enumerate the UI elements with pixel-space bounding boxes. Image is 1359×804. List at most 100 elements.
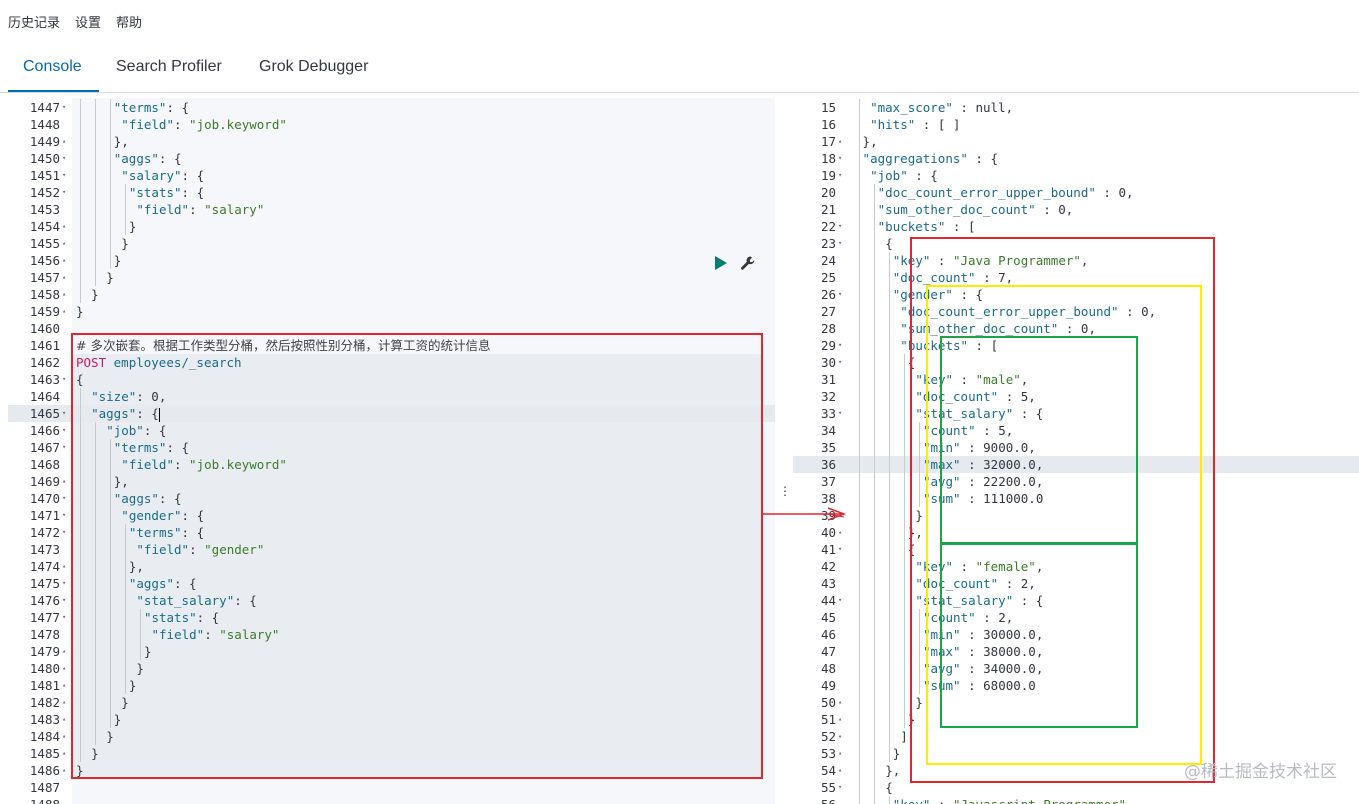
fold-close-icon[interactable]: ▴ <box>62 286 66 303</box>
indent-guide <box>859 286 860 303</box>
wrench-icon[interactable] <box>740 255 756 271</box>
fold-close-icon[interactable]: ▴ <box>62 745 66 762</box>
fold-close-icon[interactable]: ▴ <box>62 473 66 490</box>
line-number: 29 <box>820 338 836 353</box>
indent-guide <box>125 643 127 660</box>
fold-open-icon[interactable]: ▾ <box>62 507 66 524</box>
fold-close-icon[interactable]: ▴ <box>838 524 842 541</box>
fold-close-icon[interactable]: ▴ <box>62 235 66 252</box>
tab-bar: Console Search Profiler Grok Debugger <box>0 40 1359 93</box>
indent-guide <box>859 592 860 609</box>
code-line: "sum" : 111000.0 <box>922 491 1044 506</box>
fold-open-icon[interactable]: ▾ <box>838 405 842 422</box>
line-number: 55 <box>820 780 836 795</box>
fold-close-icon[interactable]: ▴ <box>838 762 842 779</box>
fold-open-icon[interactable]: ▾ <box>838 337 842 354</box>
code-line: "key" : "Java Programmer", <box>892 253 1089 268</box>
menu-settings[interactable]: 设置 <box>75 12 101 31</box>
indent-guide <box>874 235 876 252</box>
fold-close-icon[interactable]: ▴ <box>62 711 66 728</box>
code-line: "doc_count" : 5, <box>915 389 1036 404</box>
tab-search-profiler[interactable]: Search Profiler <box>116 58 222 76</box>
fold-close-icon[interactable]: ▴ <box>62 133 66 150</box>
fold-close-icon[interactable]: ▴ <box>62 303 66 320</box>
fold-open-icon[interactable]: ▾ <box>62 150 66 167</box>
fold-open-icon[interactable]: ▾ <box>62 592 66 609</box>
fold-close-icon[interactable]: ▴ <box>62 269 66 286</box>
line-number: 50 <box>820 695 836 710</box>
indent-guide <box>95 133 97 150</box>
vertical-dots-icon[interactable]: ⋮ <box>779 484 791 498</box>
code-line: "terms": { <box>113 440 190 455</box>
indent-guide <box>874 422 876 439</box>
indent-guide <box>859 473 860 490</box>
indent-guide <box>859 745 860 762</box>
fold-open-icon[interactable]: ▾ <box>62 422 66 439</box>
indent-guide <box>859 218 860 235</box>
fold-close-icon[interactable]: ▴ <box>838 728 842 745</box>
fold-close-icon[interactable]: ▴ <box>62 728 66 745</box>
code-line: "avg" : 22200.0, <box>922 474 1044 489</box>
fold-open-icon[interactable]: ▾ <box>62 405 66 422</box>
fold-open-icon[interactable]: ▾ <box>838 218 842 235</box>
indent-guide <box>95 252 97 269</box>
fold-close-icon[interactable]: ▴ <box>62 643 66 660</box>
indent-guide <box>919 490 921 507</box>
fold-close-icon[interactable]: ▴ <box>62 660 66 677</box>
indent-guide <box>874 592 876 609</box>
fold-close-icon[interactable]: ▴ <box>62 762 66 779</box>
fold-open-icon[interactable]: ▾ <box>62 524 66 541</box>
fold-close-icon[interactable]: ▴ <box>838 694 842 711</box>
fold-open-icon[interactable]: ▾ <box>62 609 66 626</box>
line-number: 23 <box>820 236 836 251</box>
tab-grok-debugger[interactable]: Grok Debugger <box>259 58 368 76</box>
fold-open-icon[interactable]: ▾ <box>838 150 842 167</box>
indent-guide <box>904 660 906 677</box>
code-line: } <box>128 678 137 693</box>
line-number: 1468 <box>29 457 60 472</box>
fold-close-icon[interactable]: ▴ <box>62 218 66 235</box>
code-line: } <box>128 219 137 234</box>
fold-open-icon[interactable]: ▾ <box>62 490 66 507</box>
indent-guide <box>874 796 876 804</box>
fold-close-icon[interactable]: ▴ <box>838 711 842 728</box>
line-number: 19 <box>820 168 836 183</box>
code-line: # 多次嵌套。根据工作类型分桶，然后按照性别分桶，计算工资的统计信息 <box>76 338 491 353</box>
code-line: "min" : 30000.0, <box>922 627 1044 642</box>
fold-close-icon[interactable]: ▴ <box>62 252 66 269</box>
fold-open-icon[interactable]: ▾ <box>62 184 66 201</box>
fold-open-icon[interactable]: ▾ <box>62 371 66 388</box>
fold-open-icon[interactable]: ▾ <box>838 592 842 609</box>
menu-help[interactable]: 帮助 <box>116 12 142 31</box>
code-line: } <box>106 270 114 285</box>
indent-guide <box>125 660 127 677</box>
fold-close-icon[interactable]: ▴ <box>62 558 66 575</box>
play-icon[interactable] <box>715 256 727 270</box>
fold-open-icon[interactable]: ▾ <box>62 167 66 184</box>
fold-open-icon[interactable]: ▾ <box>62 575 66 592</box>
code-line: "key" : "Javascript Programmer", <box>893 796 1134 804</box>
indent-guide <box>80 456 81 473</box>
indent-guide <box>874 218 876 235</box>
fold-open-icon[interactable]: ▾ <box>838 235 842 252</box>
fold-close-icon[interactable]: ▴ <box>62 677 66 694</box>
fold-open-icon[interactable]: ▾ <box>62 99 66 116</box>
menu-history[interactable]: 历史记录 <box>8 12 60 31</box>
fold-close-icon[interactable]: ▴ <box>838 133 842 150</box>
fold-close-icon[interactable]: ▴ <box>838 745 842 762</box>
code-line: "key" : "male", <box>915 372 1029 387</box>
indent-guide <box>80 592 81 609</box>
indent-guide <box>95 575 97 592</box>
indent-guide <box>110 439 112 456</box>
fold-open-icon[interactable]: ▾ <box>838 779 842 796</box>
fold-open-icon[interactable]: ▾ <box>838 286 842 303</box>
fold-close-icon[interactable]: ▴ <box>62 694 66 711</box>
tab-console[interactable]: Console <box>23 58 82 76</box>
fold-open-icon[interactable]: ▾ <box>838 167 842 184</box>
request-editor[interactable]: 1447 ▾ "terms": {1448 "field": "job.keyword… <box>8 98 775 804</box>
fold-open-icon[interactable]: ▾ <box>838 541 842 558</box>
line-number: 1457 <box>29 270 60 285</box>
fold-open-icon[interactable]: ▾ <box>62 439 66 456</box>
indent-guide <box>110 660 112 677</box>
fold-open-icon[interactable]: ▾ <box>838 354 842 371</box>
